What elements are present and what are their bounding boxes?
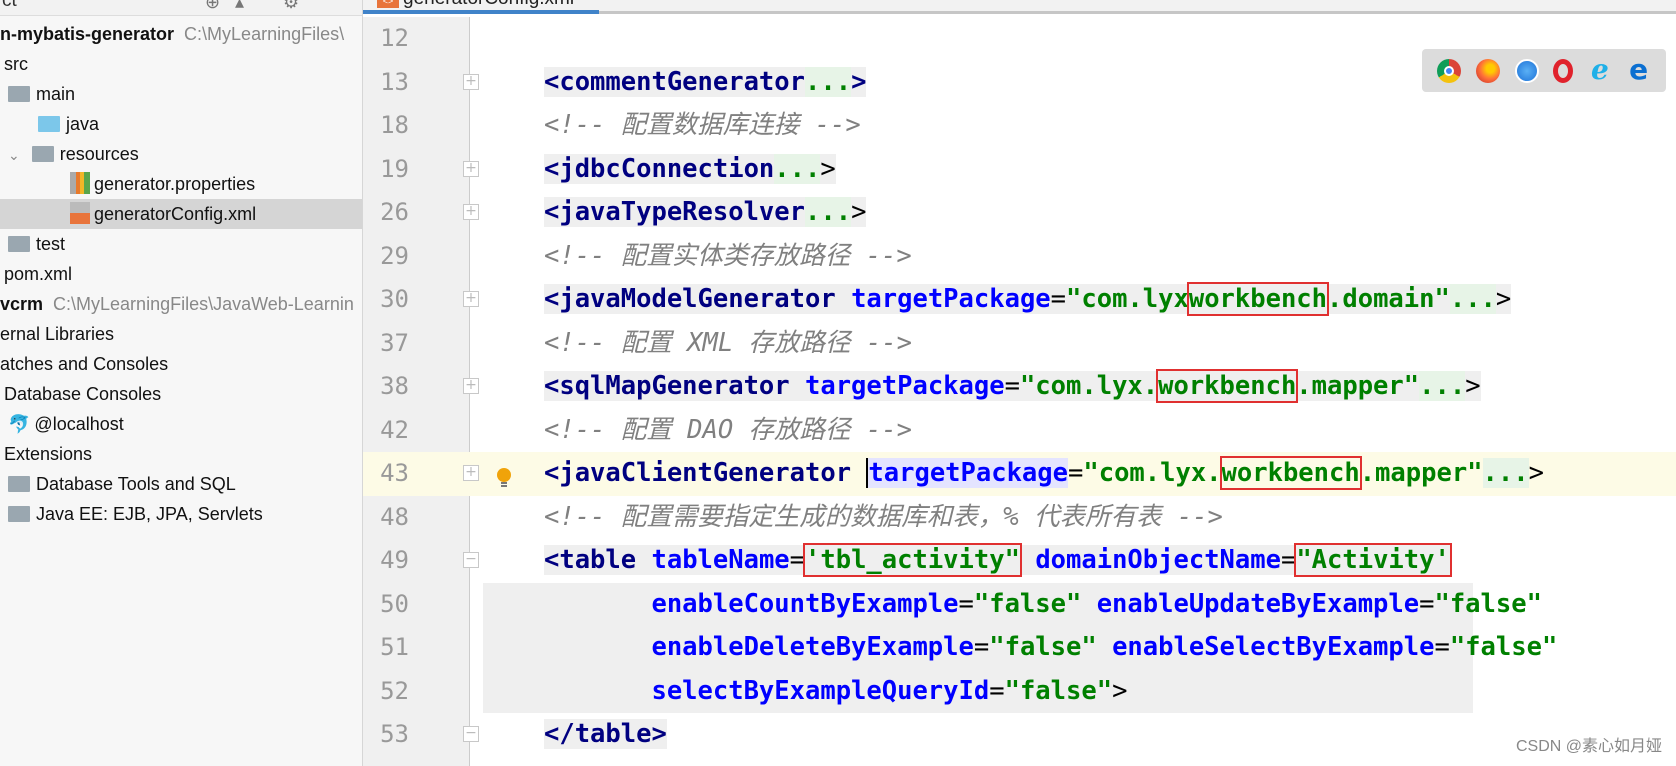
project-tree: ct ⊕ ▴ ⚙ n-mybatis-generator C:\MyLearnin…	[0, 0, 363, 766]
code-line[interactable]: 43 + <javaClientGenerator targetPackage="c…	[363, 452, 1676, 496]
tree-item-scratches[interactable]: atches and Consoles	[0, 349, 362, 379]
line-number: 52	[380, 676, 409, 705]
chrome-icon[interactable]	[1437, 58, 1462, 83]
lightbulb-icon[interactable]	[496, 460, 512, 487]
tree-item-java-ee[interactable]: Java EE: EJB, JPA, Servlets	[0, 499, 362, 529]
line-number: 50	[380, 589, 409, 618]
tree-item-pom[interactable]: pom.xml	[0, 259, 362, 289]
line-number: 26	[380, 198, 409, 226]
line-number: 13	[380, 67, 409, 96]
editor-tabs: <>generatorConfig.xml	[363, 0, 1676, 14]
project-toolbar: ct ⊕ ▴ ⚙	[0, 0, 362, 16]
tree-item-resources[interactable]: ⌄ resources	[0, 139, 362, 169]
tree-item-external-libraries[interactable]: ernal Libraries	[0, 319, 362, 349]
folded-placeholder[interactable]: ...	[774, 153, 821, 184]
line-number: 19	[380, 154, 409, 183]
xml-file-icon	[70, 202, 90, 224]
tree-item-crm[interactable]: vcrm C:\MyLearningFiles\JavaWeb-Learnin	[0, 289, 362, 319]
ie-icon[interactable]: e	[1588, 55, 1612, 83]
code-line[interactable]: 19 + <jdbcConnection...>	[363, 148, 1676, 192]
line-number: 51	[380, 633, 409, 661]
folder-icon	[8, 506, 30, 522]
folded-placeholder[interactable]: ...	[1449, 284, 1496, 314]
edge-icon[interactable]: e	[1627, 55, 1651, 83]
tree-item-generatorconfig-xml[interactable]: generatorConfig.xml	[0, 199, 362, 229]
locate-icon[interactable]: ⊕	[205, 0, 220, 13]
tree-item-src[interactable]: src	[0, 49, 362, 79]
line-number: 53	[380, 720, 409, 748]
line-number: 48	[380, 502, 409, 531]
folded-placeholder[interactable]: ...	[805, 197, 852, 227]
chevron-down-icon[interactable]: ⌄	[8, 147, 20, 163]
tab-generatorconfig-xml[interactable]: <>generatorConfig.xml	[363, 0, 599, 14]
folded-placeholder[interactable]: ...	[805, 66, 852, 97]
line-number: 12	[380, 24, 409, 52]
folded-placeholder[interactable]: ...	[1482, 458, 1529, 488]
fold-expand-icon[interactable]: +	[463, 204, 479, 220]
code-line[interactable]: 50 enableCountByExample="false" enableUp…	[363, 583, 1676, 627]
tree-item-project[interactable]: n-mybatis-generator C:\MyLearningFiles\	[0, 19, 362, 49]
code-line[interactable]: 53− </table>	[363, 713, 1676, 757]
folder-icon	[8, 236, 30, 252]
tree-item-generator-properties[interactable]: generator.properties	[0, 169, 362, 199]
project-view-selector[interactable]: ct	[2, 0, 17, 12]
fold-expand-icon[interactable]: +	[463, 378, 479, 394]
line-number: 18	[380, 111, 409, 139]
line-number: 37	[380, 328, 409, 357]
highlight-box: "Activity'	[1294, 543, 1452, 577]
highlight-box: workbench	[1219, 456, 1362, 490]
gear-icon[interactable]: ⚙	[283, 0, 299, 13]
fold-expand-icon[interactable]: +	[463, 160, 479, 177]
folder-icon	[8, 476, 30, 492]
line-number: 42	[380, 415, 409, 444]
folded-placeholder[interactable]: ...	[1419, 371, 1466, 401]
code-line[interactable]: 30 + <javaModelGenerator targetPackage="co…	[363, 278, 1676, 322]
highlight-box: 'tbl_activity"	[803, 543, 1022, 577]
resources-folder-icon	[31, 146, 54, 162]
tree-item-main[interactable]: main	[0, 79, 362, 109]
line-number: 43	[380, 459, 409, 487]
highlight-box: workbench	[1186, 282, 1330, 316]
line-number: 30	[380, 285, 409, 313]
highlight-box: workbench	[1156, 369, 1299, 403]
properties-file-icon	[70, 172, 90, 194]
mysql-icon: 🐬	[8, 414, 31, 434]
line-number: 49	[380, 546, 409, 574]
source-folder-icon	[38, 116, 60, 132]
line-number: 38	[380, 372, 409, 400]
code-line[interactable]: 51 enableDeleteByExample="false" enableS…	[363, 626, 1676, 670]
code-line[interactable]: 26 + <javaTypeResolver...>	[363, 191, 1676, 235]
tree-item-extensions[interactable]: Extensions	[0, 439, 362, 469]
fold-expand-icon[interactable]: +	[463, 291, 479, 307]
tree-item-database-tools[interactable]: Database Tools and SQL	[0, 469, 362, 499]
safari-icon[interactable]	[1514, 58, 1539, 83]
code-line[interactable]: 29 <!-- 配置实体类存放路径 -->	[363, 235, 1676, 279]
line-number: 29	[380, 241, 409, 270]
code-line[interactable]: 49− <table tableName='tbl_activity" domai…	[363, 539, 1676, 583]
tree-item-test[interactable]: test	[0, 229, 362, 259]
code-line[interactable]: 48 <!-- 配置需要指定生成的数据库和表，% 代表所有表 -->	[363, 496, 1676, 540]
code-line[interactable]: 38 + <sqlMapGenerator targetPackage="com.l…	[363, 365, 1676, 409]
firefox-icon[interactable]	[1475, 58, 1500, 83]
tree-item-database-consoles[interactable]: Database Consoles	[0, 379, 362, 409]
folder-icon	[8, 86, 30, 102]
opera-icon[interactable]	[1553, 58, 1574, 83]
fold-collapse-icon[interactable]: −	[463, 726, 479, 742]
watermark: CSDN @素心如月娅	[1515, 738, 1662, 755]
tree-item-java[interactable]: java	[0, 109, 362, 139]
fold-collapse-icon[interactable]: −	[463, 552, 479, 568]
collapse-icon[interactable]: ▴	[235, 0, 244, 13]
code-line[interactable]: 18 <!-- 配置数据库连接 -->	[363, 104, 1676, 148]
code-line[interactable]: 37 <!-- 配置 XML 存放路径 -->	[363, 322, 1676, 366]
fold-expand-icon[interactable]: +	[463, 73, 479, 90]
fold-expand-icon[interactable]: +	[463, 465, 479, 481]
xml-file-icon: <>	[377, 0, 399, 8]
browser-preview-toolbar: e e	[1422, 49, 1666, 92]
tree-item-localhost[interactable]: 🐬 @localhost	[0, 409, 362, 439]
code-line[interactable]: 42 <!-- 配置 DAO 存放路径 -->	[363, 409, 1676, 453]
code-line[interactable]: 52 selectByExampleQueryId="false">	[363, 670, 1676, 714]
